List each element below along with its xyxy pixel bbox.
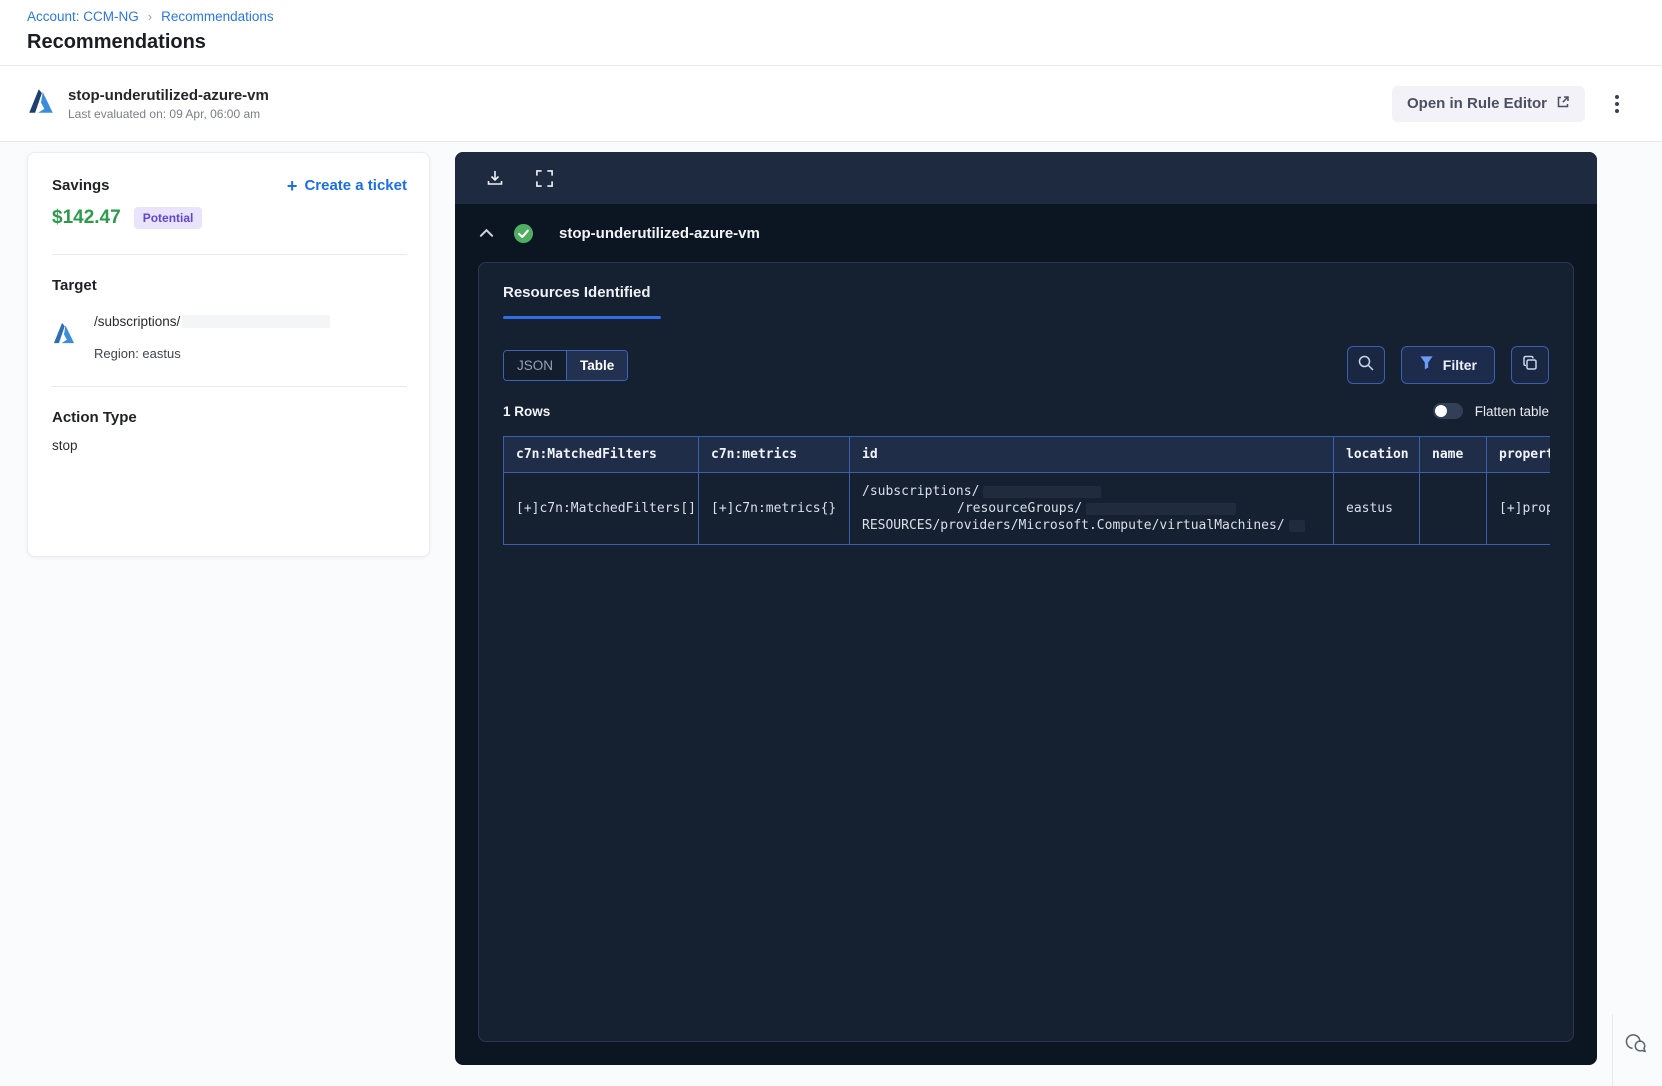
top-bar: Account: CCM-NG › Recommendations Recomm… <box>0 0 1662 66</box>
savings-amount: $142.47 <box>52 207 121 228</box>
action-type-label: Action Type <box>52 409 137 426</box>
cell-location: eastus <box>1333 472 1420 545</box>
filter-icon <box>1419 355 1434 375</box>
redacted-value <box>1288 519 1305 532</box>
potential-badge: Potential <box>133 207 203 229</box>
copy-button[interactable] <box>1511 346 1549 384</box>
id-line-2: /resourceGroups/ <box>957 501 1083 516</box>
column-header-name[interactable]: name <box>1419 436 1487 473</box>
create-ticket-link[interactable]: + Create a ticket <box>286 175 407 196</box>
chat-bubbles-icon <box>1622 1034 1649 1061</box>
redacted-value <box>1086 502 1237 515</box>
azure-icon <box>27 87 55 120</box>
column-header-id[interactable]: id <box>849 436 1334 473</box>
filter-button[interactable]: Filter <box>1400 346 1495 384</box>
filter-button-label: Filter <box>1442 357 1477 373</box>
breadcrumb-recommendations-link[interactable]: Recommendations <box>161 9 274 24</box>
savings-amount-row: $142.47 Potential <box>52 207 407 229</box>
flatten-table-control: Flatten table <box>1432 403 1549 419</box>
json-view-toggle[interactable]: JSON <box>504 350 567 380</box>
copy-icon <box>1521 354 1539 377</box>
card-divider <box>52 254 407 255</box>
cell-metrics[interactable]: [+]c7n:metrics{} <box>698 472 850 545</box>
recommendation-titles: stop-underutilized-azure-vm Last evaluat… <box>68 87 269 121</box>
target-path: /subscriptions/ <box>94 314 181 329</box>
chat-help-button[interactable] <box>1622 1030 1649 1062</box>
fullscreen-icon[interactable] <box>533 167 555 189</box>
cell-properties[interactable]: [+]prop <box>1486 472 1550 545</box>
active-tab-indicator <box>503 316 661 319</box>
open-rule-editor-label: Open in Rule Editor <box>1406 95 1547 112</box>
table-controls-row: JSON Table Filter <box>503 346 1549 384</box>
cell-matched-filters[interactable]: [+]c7n:MatchedFilters[] <box>503 472 699 545</box>
results-toolbar <box>455 152 1597 204</box>
tab-resources-identified[interactable]: Resources Identified <box>503 284 661 319</box>
id-line-1: /subscriptions/ <box>862 484 980 499</box>
savings-label: Savings <box>52 177 110 194</box>
matched-filters-expand[interactable]: [+]c7n:MatchedFilters[] <box>516 501 696 516</box>
metrics-expand[interactable]: [+]c7n:metrics{} <box>711 501 836 516</box>
column-header-metrics[interactable]: c7n:metrics <box>698 436 850 473</box>
rule-section-title[interactable]: stop-underutilized-azure-vm <box>559 225 760 242</box>
flatten-table-toggle[interactable] <box>1432 403 1463 419</box>
breadcrumb-account-link[interactable]: Account: CCM-NG <box>27 9 139 24</box>
target-region: Region: eastus <box>94 346 181 361</box>
flatten-table-label: Flatten table <box>1474 403 1549 419</box>
main-content: Savings + Create a ticket $142.47 Potent… <box>0 142 1662 1086</box>
azure-icon <box>52 321 76 361</box>
rows-summary-row: 1 Rows Flatten table <box>503 403 1549 419</box>
create-ticket-label: Create a ticket <box>304 177 407 194</box>
search-button[interactable] <box>1346 346 1385 384</box>
cell-name <box>1419 472 1487 545</box>
properties-expand[interactable]: [+]prop <box>1499 501 1550 516</box>
card-divider <box>52 386 407 387</box>
table-header-row: c7n:MatchedFilters c7n:metrics id locati… <box>503 436 1550 473</box>
success-check-icon <box>513 223 534 244</box>
target-label: Target <box>52 277 97 294</box>
breadcrumb-separator: › <box>147 9 153 24</box>
redacted-value <box>983 485 1102 498</box>
page-title: Recommendations <box>27 31 206 53</box>
last-evaluated-text: Last evaluated on: 09 Apr, 06:00 am <box>68 106 261 121</box>
column-header-location[interactable]: location <box>1333 436 1420 473</box>
recommendation-name: stop-underutilized-azure-vm <box>68 86 269 104</box>
resources-table-container[interactable]: c7n:MatchedFilters c7n:metrics id locati… <box>503 436 1550 545</box>
recommendation-header: stop-underutilized-azure-vm Last evaluat… <box>0 66 1662 142</box>
rule-section-header: stop-underutilized-azure-vm <box>455 204 1597 262</box>
download-icon[interactable] <box>484 167 506 189</box>
view-mode-toggle: JSON Table <box>503 349 629 381</box>
column-header-properties[interactable]: propert <box>1486 436 1550 473</box>
target-row: /subscriptions/ Region: eastus <box>52 314 407 361</box>
recommendation-header-actions: Open in Rule Editor <box>1391 85 1635 122</box>
search-icon <box>1357 354 1375 377</box>
table-row: [+]c7n:MatchedFilters[] [+]c7n:metrics{}… <box>503 472 1550 545</box>
rows-count: 1 Rows <box>503 403 551 419</box>
more-options-menu[interactable] <box>1607 91 1627 117</box>
table-view-toggle[interactable]: Table <box>566 350 628 380</box>
results-panel: stop-underutilized-azure-vm Resources Id… <box>455 152 1597 1065</box>
id-line-3: RESOURCES/providers/Microsoft.Compute/vi… <box>862 518 1285 533</box>
resources-card: Resources Identified JSON Table Filter 1… <box>478 262 1574 1042</box>
open-rule-editor-button[interactable]: Open in Rule Editor <box>1391 85 1585 122</box>
target-texts: /subscriptions/ Region: eastus <box>94 314 331 361</box>
cell-id: /subscriptions/ /resourceGroups/ RESOURC… <box>849 472 1334 545</box>
help-rail-divider <box>1612 1014 1613 1086</box>
recommendation-details-card: Savings + Create a ticket $142.47 Potent… <box>27 152 430 557</box>
savings-row: Savings + Create a ticket <box>52 175 407 196</box>
resources-table: c7n:MatchedFilters c7n:metrics id locati… <box>503 436 1550 545</box>
column-header-matched-filters[interactable]: c7n:MatchedFilters <box>503 436 699 473</box>
recommendation-identity: stop-underutilized-azure-vm Last evaluat… <box>27 87 269 121</box>
action-type-value: stop <box>52 438 78 453</box>
table-actions: Filter <box>1346 346 1549 384</box>
plus-icon: + <box>286 175 298 196</box>
redacted-value <box>182 315 331 328</box>
external-link-icon <box>1556 95 1570 113</box>
chevron-up-icon[interactable] <box>479 228 494 238</box>
breadcrumb: Account: CCM-NG › Recommendations <box>27 9 1662 24</box>
resources-tab-label: Resources Identified <box>503 284 651 301</box>
